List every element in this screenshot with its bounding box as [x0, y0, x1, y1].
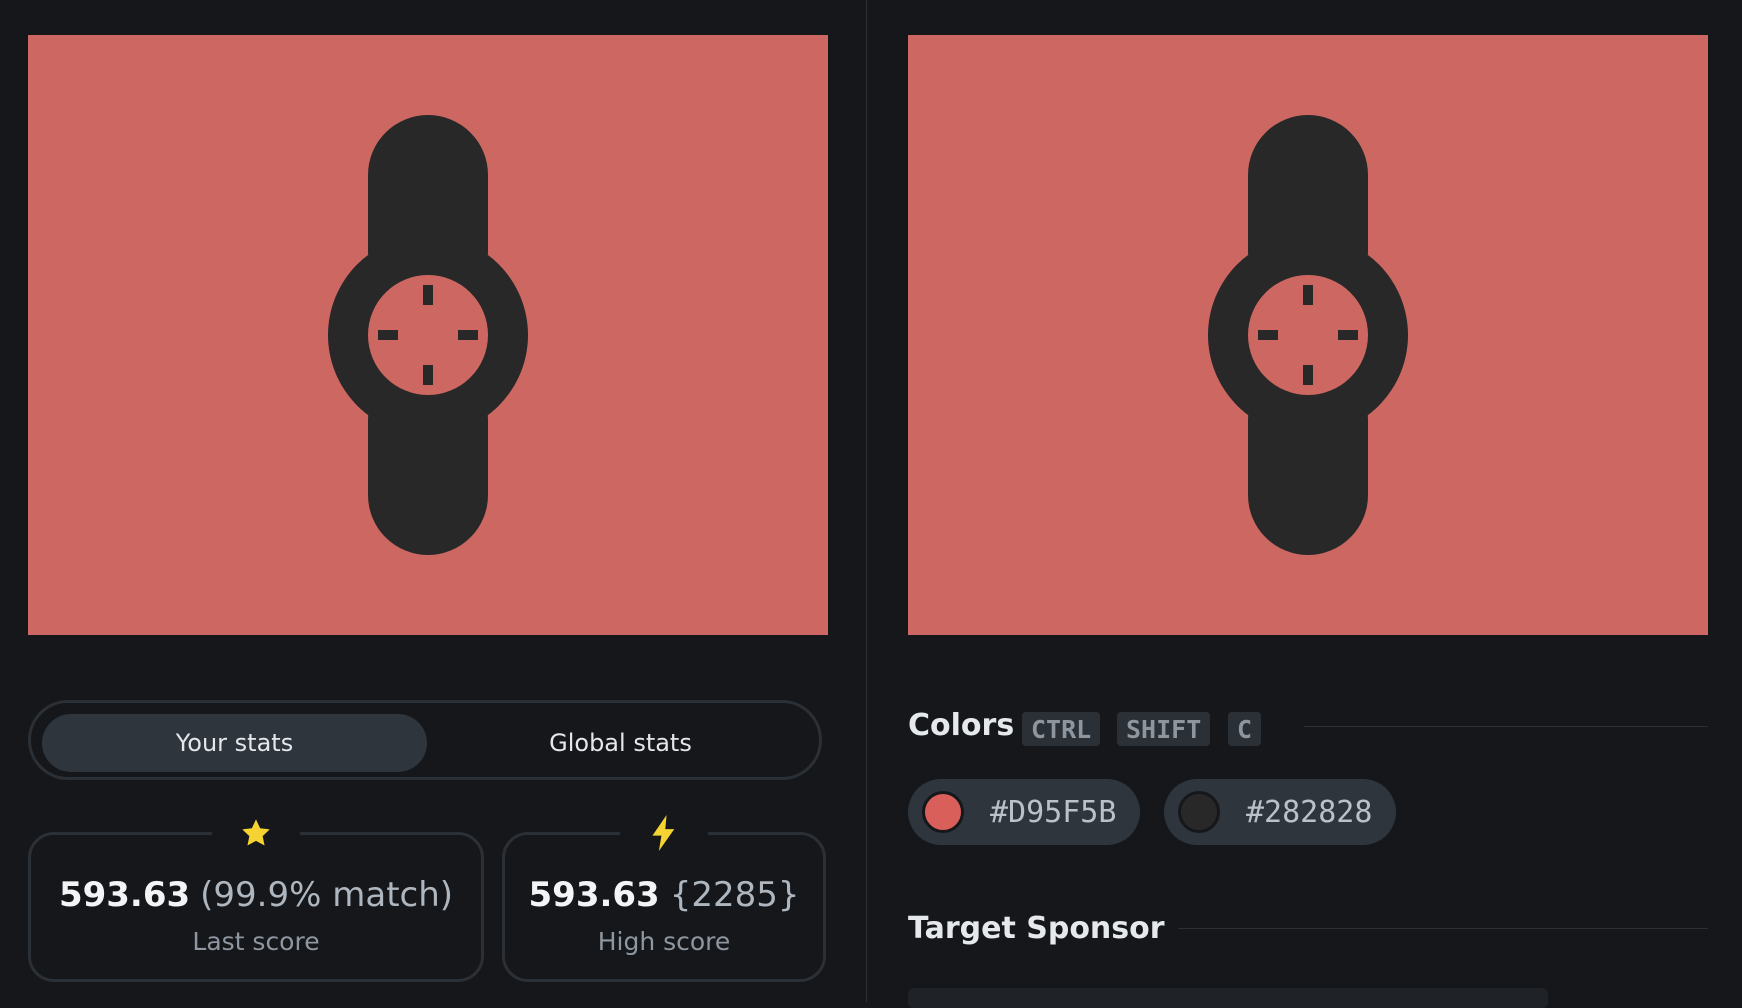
color-dot-1	[922, 791, 964, 833]
star-icon	[212, 813, 300, 853]
target-image	[28, 35, 828, 635]
panel-divider	[866, 0, 867, 1002]
shortcut-key-shift: SHIFT	[1117, 712, 1211, 746]
high-score-caption: High score	[597, 927, 731, 956]
drawing-canvas[interactable]	[908, 35, 1708, 635]
high-score-value: 593.63	[528, 875, 660, 915]
last-score-value: 593.63	[58, 875, 191, 915]
high-score-card: 593.63 {2285} High score	[502, 813, 826, 982]
color-dot-2	[1178, 791, 1220, 833]
sponsor-banner[interactable]	[908, 988, 1548, 1008]
watch-icon	[1208, 115, 1408, 555]
last-score-caption: Last score	[192, 927, 320, 956]
high-score-attempts: {2285}	[669, 875, 800, 915]
colors-divider-line	[1304, 726, 1708, 727]
color-hex-1: #D95F5B	[990, 794, 1117, 830]
lightning-icon	[620, 813, 708, 853]
last-score-value-line: 593.63 (99.9% match)	[31, 875, 481, 915]
watch-icon	[328, 115, 528, 555]
last-score-card: 593.63 (99.9% match) Last score	[28, 813, 484, 982]
color-swatch-1[interactable]: #D95F5B	[908, 779, 1141, 845]
target-sponsor-title: Target Sponsor	[908, 911, 1165, 946]
last-score-match: (99.9% match)	[200, 875, 454, 915]
tab-your-stats[interactable]: Your stats	[42, 714, 427, 772]
color-hex-2: #282828	[1246, 794, 1373, 830]
colors-title: Colors	[908, 708, 1015, 743]
sponsor-divider-line	[1178, 928, 1708, 929]
shortcut-key-ctrl: CTRL	[1022, 712, 1101, 746]
high-score-value-line: 593.63 {2285}	[505, 875, 823, 915]
color-swatch-2[interactable]: #282828	[1164, 779, 1397, 845]
shortcut-key-c: C	[1228, 712, 1262, 746]
stats-tabs: Your stats Global stats	[28, 700, 822, 780]
tab-global-stats[interactable]: Global stats	[428, 714, 813, 772]
